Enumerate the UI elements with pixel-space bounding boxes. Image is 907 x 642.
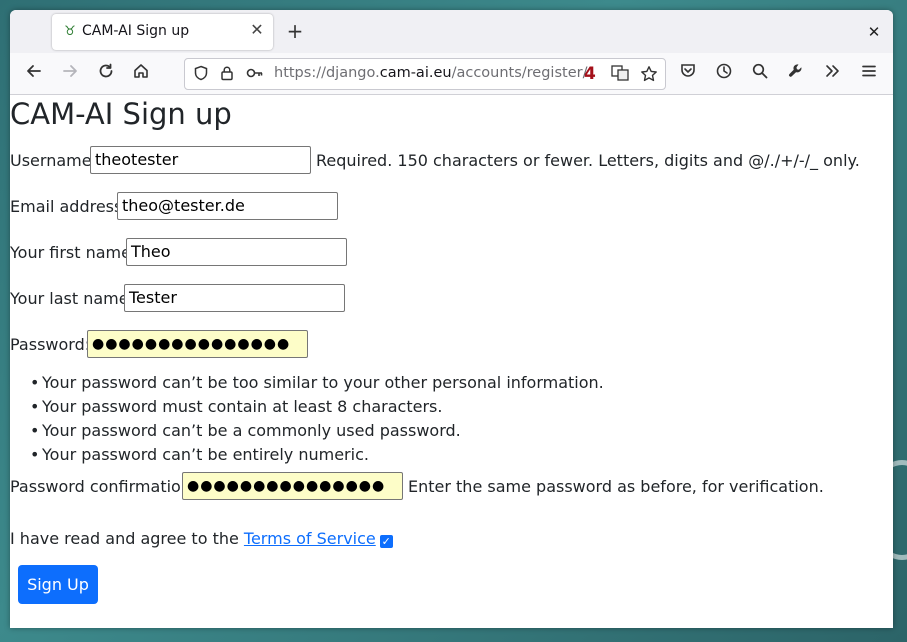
terms-of-service-link[interactable]: Terms of Service	[244, 529, 376, 548]
bookmark-star-icon[interactable]	[640, 65, 658, 83]
url-host: cam-ai.eu	[379, 65, 452, 81]
password-confirmation-input[interactable]: ●●●●●●●●●●●●●●●	[182, 472, 403, 500]
chevrons-right-icon[interactable]	[820, 62, 844, 86]
password-rule: Your password can’t be a commonly used p…	[30, 419, 604, 443]
username-label: Username:	[10, 151, 97, 170]
terms-checkbox[interactable]: ✓	[379, 535, 393, 548]
lock-icon[interactable]	[218, 65, 236, 83]
page-content: CAM-AI Sign up Username: theotester Requ…	[10, 95, 893, 628]
terms-row: I have read and agree to the Terms of Se…	[10, 529, 393, 548]
url-badge-number: 4	[584, 64, 596, 84]
new-tab-button[interactable]: +	[284, 20, 306, 42]
home-icon[interactable]	[129, 62, 153, 86]
tab-active[interactable]: ♉ CAM-AI Sign up ✕	[52, 14, 273, 50]
forward-arrow-icon[interactable]	[58, 62, 82, 86]
url-text: https://django.cam-ai.eu/accounts/regist…	[274, 65, 587, 81]
history-icon[interactable]	[712, 62, 736, 86]
reload-icon[interactable]	[94, 62, 118, 86]
last-name-input[interactable]: Tester	[124, 284, 345, 312]
first-name-label: Your first name:	[10, 243, 137, 262]
shield-icon[interactable]	[192, 65, 210, 83]
bull-favicon-icon: ♉	[64, 24, 76, 39]
search-icon[interactable]	[748, 62, 772, 86]
browser-window: ♉ CAM-AI Sign up ✕ + ✕ https://django.ca…	[10, 10, 893, 628]
back-arrow-icon[interactable]	[22, 62, 46, 86]
close-tab-icon[interactable]: ✕	[247, 20, 267, 40]
sign-up-button[interactable]: Sign Up	[18, 565, 98, 604]
tab-bar: ♉ CAM-AI Sign up ✕ + ✕	[10, 10, 893, 53]
translate-icon[interactable]	[611, 65, 629, 83]
email-label: Email address:	[10, 197, 128, 216]
password-rule: Your password can’t be too similar to yo…	[30, 371, 604, 395]
password-rules-list: Your password can’t be too similar to yo…	[30, 371, 604, 467]
hamburger-menu-icon[interactable]	[857, 62, 881, 86]
username-input[interactable]: theotester	[90, 146, 311, 174]
page-title: CAM-AI Sign up	[10, 97, 232, 131]
password-confirmation-label: Password confirmation:	[10, 477, 197, 496]
last-name-label: Your last name:	[10, 289, 134, 308]
password-rule: Your password can’t be entirely numeric.	[30, 443, 604, 467]
close-window-icon[interactable]: ✕	[863, 21, 885, 43]
navigation-toolbar: https://django.cam-ai.eu/accounts/regist…	[10, 53, 893, 95]
password-rule: Your password must contain at least 8 ch…	[30, 395, 604, 419]
username-helptext: Required. 150 characters or fewer. Lette…	[316, 151, 860, 170]
password-confirmation-helptext: Enter the same password as before, for v…	[408, 477, 824, 496]
wrench-icon[interactable]	[784, 62, 808, 86]
first-name-input[interactable]: Theo	[126, 238, 347, 266]
terms-text: I have read and agree to the	[10, 529, 244, 548]
url-bar[interactable]: https://django.cam-ai.eu/accounts/regist…	[184, 58, 666, 90]
password-input[interactable]: ●●●●●●●●●●●●●●●	[87, 330, 308, 358]
url-path: /accounts/register/	[451, 65, 588, 81]
tab-title: CAM-AI Sign up	[82, 23, 190, 39]
key-icon[interactable]	[246, 65, 264, 83]
url-prefix: https://django.	[274, 65, 380, 81]
email-input[interactable]: theo@tester.de	[117, 192, 338, 220]
save-to-pocket-icon[interactable]	[676, 62, 700, 86]
password-label: Password:	[10, 335, 91, 354]
